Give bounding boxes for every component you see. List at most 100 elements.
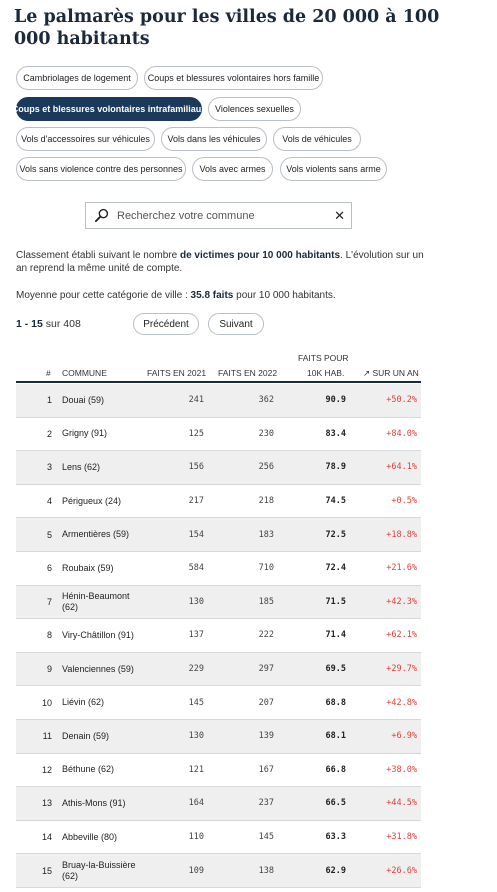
header-commune[interactable]: COMMUNE — [62, 368, 107, 379]
faits-2022-cell: 237 — [258, 798, 274, 809]
rank-cell: 10 — [41, 697, 52, 708]
table-row: 2 Grigny (91) 125 230 83.4 +84.0% — [16, 418, 421, 452]
filter-vols-sans-violence[interactable]: Vols sans violence contre des personnes — [16, 157, 186, 181]
commune-cell: Bruay-la-Buissière (62) — [62, 859, 136, 881]
commune-cell: Abbeville (80) — [62, 831, 118, 842]
rank-cell: 7 — [46, 596, 52, 607]
faits-2021-cell: 130 — [188, 596, 204, 607]
faits-2021-cell: 229 — [188, 664, 204, 675]
header-faits-2022[interactable]: FAITS EN 2022 — [218, 368, 277, 379]
faits-per-10k-cell: 71.5 — [325, 596, 346, 607]
rank-cell: 13 — [41, 798, 52, 809]
faits-2021-cell: 121 — [188, 764, 204, 775]
faits-2022-cell: 138 — [258, 865, 274, 876]
filter-vols-avec-armes[interactable]: Vols avec armes — [192, 157, 273, 181]
rank-cell: 5 — [46, 529, 52, 540]
rank-cell: 11 — [42, 731, 52, 742]
evolution-cell: +18.8% — [386, 529, 417, 540]
faits-2022-cell: 230 — [258, 428, 274, 439]
average-value: 35.8 — [190, 290, 211, 301]
evolution-cell: +62.1% — [386, 630, 417, 641]
faits-2021-cell: 125 — [188, 428, 204, 439]
faits-2022-cell: 167 — [258, 764, 274, 775]
commune-cell: Roubaix (59) — [62, 562, 114, 573]
previous-button[interactable]: Précédent — [133, 313, 199, 335]
search-input[interactable] — [117, 209, 327, 222]
faits-per-10k-cell: 68.1 — [325, 731, 346, 742]
faits-2022-cell: 218 — [258, 496, 274, 507]
rank-cell: 1 — [46, 395, 52, 406]
faits-per-10k-cell: 69.5 — [325, 664, 346, 675]
filter-vols-violents-sans-arme[interactable]: Vols violents sans arme — [280, 157, 387, 181]
faits-per-10k-cell: 68.8 — [325, 697, 346, 708]
faits-per-10k-cell: 71.4 — [325, 630, 346, 641]
faits-2022-cell: 185 — [258, 596, 274, 607]
faits-2021-cell: 109 — [188, 865, 204, 876]
commune-cell: Armentières (59) — [62, 529, 130, 540]
faits-2021-cell: 217 — [188, 496, 204, 507]
faits-per-10k-cell: 72.5 — [325, 529, 346, 540]
header-faits-10k-line2[interactable]: 10K HAB. — [307, 368, 344, 379]
pagination-of: sur — [42, 318, 64, 330]
table-row: 11 Denain (59) 130 139 68.1 +6.9% — [16, 720, 421, 754]
evolution-cell: +38.0% — [386, 764, 417, 775]
table-row: 4 Périgueux (24) 217 218 74.5 +0.5% — [16, 485, 421, 519]
evolution-cell: +44.5% — [386, 798, 417, 809]
table-header: # COMMUNE FAITS EN 2021 FAITS EN 2022 FA… — [16, 350, 421, 383]
next-button[interactable]: Suivant — [208, 313, 264, 335]
evolution-cell: +0.5% — [391, 496, 417, 507]
faits-2021-cell: 584 — [188, 563, 204, 574]
table-row: 13 Athis-Mons (91) 164 237 66.5 +44.5% — [16, 787, 421, 821]
filter-coups-hors-famille[interactable]: Coups et blessures volontaires hors fami… — [144, 66, 323, 90]
filter-violences-sexuelles[interactable]: Violences sexuelles — [208, 97, 301, 121]
search-icon — [94, 208, 109, 223]
faits-2021-cell: 241 — [188, 395, 204, 406]
evolution-cell: +84.0% — [386, 428, 417, 439]
commune-cell: Athis-Mons (91) — [62, 797, 126, 808]
commune-cell: Douai (59) — [62, 394, 105, 405]
evolution-cell: +42.3% — [386, 596, 417, 607]
table-row: 10 Liévin (62) 145 207 68.8 +42.8% — [16, 686, 421, 720]
table-row: 14 Abbeville (80) 110 145 63.3 +31.8% — [16, 821, 421, 855]
header-faits-2021[interactable]: FAITS EN 2021 — [147, 368, 206, 379]
search-box[interactable]: ✕ — [85, 202, 352, 229]
table-row: 1 Douai (59) 241 362 90.9 +50.2% — [16, 384, 421, 418]
average-text-2: pour 10 000 habitants. — [233, 290, 336, 301]
faits-per-10k-cell: 63.3 — [325, 832, 346, 843]
filter-coups-intrafamiliaux[interactable]: Coups et blessures volontaires intrafami… — [12, 97, 206, 121]
rank-cell: 14 — [41, 832, 52, 843]
rank-cell: 9 — [46, 664, 52, 675]
filter-vols-accessoires[interactable]: Vols d'accessoires sur véhicules — [16, 127, 155, 151]
evolution-cell: +6.9% — [391, 731, 417, 742]
commune-cell: Liévin (62) — [62, 697, 105, 708]
filter-cambriolages[interactable]: Cambriolages de logement — [16, 66, 138, 90]
table-row: 7 Hénin-Beaumont (62) 130 185 71.5 +42.3% — [16, 585, 421, 620]
faits-per-10k-cell: 78.9 — [325, 462, 346, 473]
evolution-cell: +50.2% — [386, 395, 417, 406]
faits-per-10k-cell: 72.4 — [325, 563, 346, 574]
commune-cell: Périgueux (24) — [62, 495, 122, 506]
header-evolution[interactable]: ↗ SUR UN AN — [363, 368, 419, 379]
faits-per-10k-cell: 66.5 — [325, 798, 346, 809]
filter-vols-dans-vehicules[interactable]: Vols dans les véhicules — [161, 127, 267, 151]
faits-2022-cell: 256 — [258, 462, 274, 473]
header-rank[interactable]: # — [46, 368, 51, 379]
faits-2022-cell: 139 — [258, 731, 274, 742]
faits-per-10k-cell: 83.4 — [325, 428, 346, 439]
commune-cell: Denain (59) — [62, 730, 110, 741]
header-faits-10k-line1[interactable]: FAITS POUR — [298, 353, 349, 364]
faits-2021-cell: 110 — [188, 832, 204, 843]
ranking-text-bold: de victimes pour 10 000 habitants — [179, 250, 341, 261]
commune-cell: Hénin-Beaumont (62) — [62, 590, 130, 612]
faits-2021-cell: 130 — [188, 731, 204, 742]
table-row: 3 Lens (62) 156 256 78.9 +64.1% — [16, 451, 421, 485]
evolution-cell: +29.7% — [386, 664, 417, 675]
page-title: Le palmarès pour les villes de 20 000 à … — [14, 7, 440, 49]
evolution-cell: +42.8% — [386, 697, 417, 708]
pagination-status: 1 - 15 sur 408 — [16, 318, 81, 330]
close-icon[interactable]: ✕ — [334, 208, 345, 224]
table-row: 9 Valenciennes (59) 229 297 69.5 +29.7% — [16, 652, 421, 687]
faits-2022-cell: 145 — [258, 832, 274, 843]
filter-vols-de-vehicules[interactable]: Vols de véhicules — [273, 127, 361, 151]
faits-2022-cell: 207 — [258, 697, 274, 708]
